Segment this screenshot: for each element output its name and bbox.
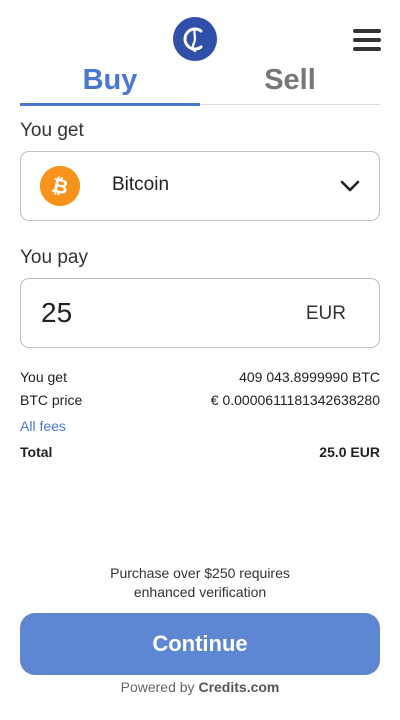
summary-you-get-label: You get [20,369,67,385]
you-get-label: You get [20,120,84,141]
chevron-down-icon[interactable] [339,178,361,199]
summary-you-get-row: You get 409 043.8999990 BTC [20,369,380,385]
total-label: Total [20,444,53,460]
pay-amount-field: EUR [20,278,380,348]
selected-currency-name: Bitcoin [112,174,170,195]
powered-by-brand[interactable]: Credits.com [198,679,279,695]
verification-notice: Purchase over $250 requires enhanced ver… [0,564,400,602]
btc-price-value: € 0.0000611181342638280 [210,392,380,408]
buy-sell-tabs: Buy Sell [20,58,380,108]
pay-currency-label: EUR [305,303,346,324]
total-row: Total 25.0 EUR [20,444,380,460]
continue-button[interactable]: Continue [20,613,380,675]
you-pay-label: You pay [20,247,88,268]
powered-by: Powered by Credits.com [0,679,400,695]
notice-line-1: Purchase over $250 requires [110,565,290,581]
bitcoin-icon: ₿ [40,166,80,206]
credits-logo-icon [173,17,217,61]
btc-price-label: BTC price [20,392,83,408]
btc-price-row: BTC price € 0.0000611181342638280 [20,392,380,408]
total-value: 25.0 EUR [319,444,380,460]
powered-by-text: Powered by [120,679,195,695]
summary-you-get-value: 409 043.8999990 BTC [239,369,380,385]
currency-select[interactable]: ₿ Bitcoin [20,151,380,221]
notice-line-2: enhanced verification [133,584,267,600]
pay-amount-input[interactable] [41,294,271,332]
tab-sell[interactable]: Sell [200,58,380,104]
tab-active-indicator [20,103,200,106]
hamburger-menu-icon[interactable] [353,29,381,51]
tab-buy[interactable]: Buy [20,58,200,104]
all-fees-link[interactable]: All fees [20,418,66,434]
